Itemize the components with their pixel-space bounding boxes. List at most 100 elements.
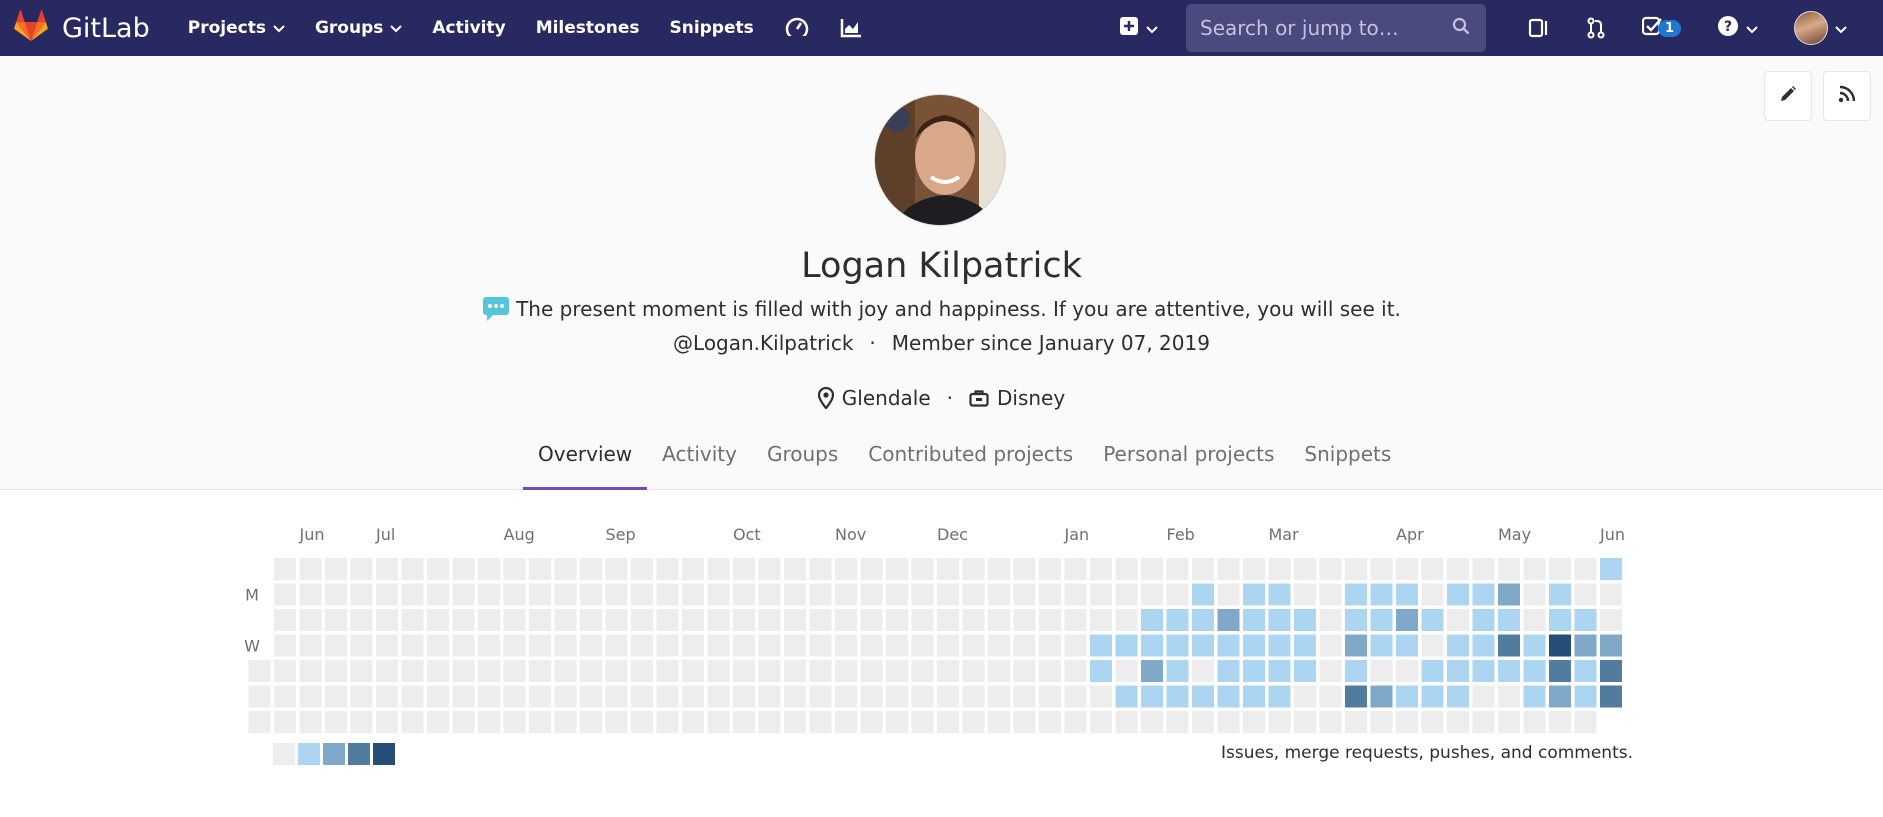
contribution-day-cell[interactable] bbox=[376, 609, 398, 631]
contribution-day-cell[interactable] bbox=[1039, 634, 1061, 657]
contribution-day-cell[interactable] bbox=[962, 558, 985, 580]
contribution-day-cell[interactable] bbox=[1447, 685, 1469, 708]
contribution-day-cell[interactable] bbox=[1115, 634, 1138, 657]
contribution-day-cell[interactable] bbox=[631, 634, 653, 657]
merge-request-icon[interactable] bbox=[1586, 17, 1606, 39]
contribution-day-cell[interactable] bbox=[809, 583, 832, 606]
contribution-day-cell[interactable] bbox=[554, 583, 577, 606]
contribution-day-cell[interactable] bbox=[605, 558, 628, 580]
contribution-day-cell[interactable] bbox=[1039, 558, 1061, 580]
contribution-day-cell[interactable] bbox=[350, 660, 373, 682]
contribution-day-cell[interactable] bbox=[1268, 583, 1291, 606]
contribution-day-cell[interactable] bbox=[299, 711, 322, 733]
contribution-day-cell[interactable] bbox=[248, 660, 271, 682]
contribution-day-cell[interactable] bbox=[988, 558, 1010, 580]
contribution-day-cell[interactable] bbox=[350, 609, 373, 631]
contribution-day-cell[interactable] bbox=[325, 558, 347, 580]
contribution-day-cell[interactable] bbox=[376, 583, 398, 606]
contribution-day-cell[interactable] bbox=[1421, 711, 1444, 733]
contribution-day-cell[interactable] bbox=[1039, 711, 1061, 733]
contribution-day-cell[interactable] bbox=[1192, 609, 1214, 631]
contribution-day-cell[interactable] bbox=[427, 660, 449, 682]
contribution-day-cell[interactable] bbox=[733, 558, 755, 580]
contribution-day-cell[interactable] bbox=[325, 634, 347, 657]
contribution-day-cell[interactable] bbox=[1600, 609, 1622, 631]
contribution-day-cell[interactable] bbox=[1268, 660, 1291, 682]
contribution-day-cell[interactable] bbox=[350, 711, 373, 733]
contribution-day-cell[interactable] bbox=[835, 685, 857, 708]
contribution-day-cell[interactable] bbox=[1243, 634, 1265, 657]
contribution-day-cell[interactable] bbox=[860, 660, 883, 682]
contribution-day-cell[interactable] bbox=[886, 685, 908, 708]
contribution-day-cell[interactable] bbox=[1549, 558, 1571, 580]
contribution-day-cell[interactable] bbox=[962, 634, 985, 657]
contribution-day-cell[interactable] bbox=[1447, 634, 1469, 657]
contribution-day-cell[interactable] bbox=[274, 634, 296, 657]
contribution-day-cell[interactable] bbox=[580, 711, 602, 733]
contribution-day-cell[interactable] bbox=[1345, 685, 1367, 708]
contribution-day-cell[interactable] bbox=[682, 558, 704, 580]
contribution-day-cell[interactable] bbox=[350, 583, 373, 606]
contribution-day-cell[interactable] bbox=[1396, 558, 1418, 580]
contribution-day-cell[interactable] bbox=[988, 685, 1010, 708]
contribution-day-cell[interactable] bbox=[911, 609, 934, 631]
contribution-day-cell[interactable] bbox=[350, 558, 373, 580]
contribution-day-cell[interactable] bbox=[1115, 711, 1138, 733]
contribution-day-cell[interactable] bbox=[452, 685, 475, 708]
contribution-day-cell[interactable] bbox=[835, 660, 857, 682]
contribution-day-cell[interactable] bbox=[1217, 634, 1240, 657]
contribution-day-cell[interactable] bbox=[733, 609, 755, 631]
contribution-day-cell[interactable] bbox=[758, 685, 781, 708]
contribution-day-cell[interactable] bbox=[886, 711, 908, 733]
contribution-day-cell[interactable] bbox=[1166, 660, 1189, 682]
contribution-day-cell[interactable] bbox=[962, 711, 985, 733]
contribution-day-cell[interactable] bbox=[1396, 609, 1418, 631]
contribution-day-cell[interactable] bbox=[325, 583, 347, 606]
contribution-day-cell[interactable] bbox=[1064, 609, 1087, 631]
contribution-day-cell[interactable] bbox=[1396, 660, 1418, 682]
contribution-day-cell[interactable] bbox=[1345, 609, 1367, 631]
contribution-day-cell[interactable] bbox=[1141, 711, 1163, 733]
contribution-day-cell[interactable] bbox=[1319, 634, 1342, 657]
contribution-day-cell[interactable] bbox=[1345, 634, 1367, 657]
contribution-day-cell[interactable] bbox=[554, 609, 577, 631]
contribution-day-cell[interactable] bbox=[962, 685, 985, 708]
contribution-day-cell[interactable] bbox=[860, 685, 883, 708]
nav-milestones-link[interactable]: Milestones bbox=[536, 18, 640, 38]
contribution-day-cell[interactable] bbox=[1549, 711, 1571, 733]
contribution-day-cell[interactable] bbox=[1141, 634, 1163, 657]
contribution-day-cell[interactable] bbox=[529, 660, 551, 682]
contribution-day-cell[interactable] bbox=[1115, 660, 1138, 682]
contribution-day-cell[interactable] bbox=[452, 711, 475, 733]
contribution-day-cell[interactable] bbox=[1294, 685, 1316, 708]
contribution-day-cell[interactable] bbox=[1523, 634, 1546, 657]
contribution-day-cell[interactable] bbox=[758, 583, 781, 606]
contribution-day-cell[interactable] bbox=[682, 583, 704, 606]
contribution-day-cell[interactable] bbox=[274, 609, 296, 631]
contribution-day-cell[interactable] bbox=[1090, 685, 1112, 708]
contribution-day-cell[interactable] bbox=[503, 609, 526, 631]
contribution-day-cell[interactable] bbox=[1166, 634, 1189, 657]
contribution-day-cell[interactable] bbox=[784, 634, 806, 657]
contribution-day-cell[interactable] bbox=[1294, 558, 1316, 580]
contribution-day-cell[interactable] bbox=[1192, 583, 1214, 606]
contribution-day-cell[interactable] bbox=[1549, 583, 1571, 606]
contribution-day-cell[interactable] bbox=[631, 583, 653, 606]
contribution-day-cell[interactable] bbox=[503, 558, 526, 580]
contribution-day-cell[interactable] bbox=[1064, 711, 1087, 733]
contribution-day-cell[interactable] bbox=[707, 583, 730, 606]
contribution-day-cell[interactable] bbox=[1192, 660, 1214, 682]
contribution-day-cell[interactable] bbox=[503, 685, 526, 708]
contribution-day-cell[interactable] bbox=[1013, 558, 1036, 580]
contribution-day-cell[interactable] bbox=[911, 711, 934, 733]
contribution-day-cell[interactable] bbox=[1192, 685, 1214, 708]
contribution-day-cell[interactable] bbox=[427, 711, 449, 733]
contribution-day-cell[interactable] bbox=[988, 583, 1010, 606]
contribution-day-cell[interactable] bbox=[962, 583, 985, 606]
contribution-day-cell[interactable] bbox=[937, 711, 959, 733]
contribution-day-cell[interactable] bbox=[478, 634, 500, 657]
contribution-day-cell[interactable] bbox=[605, 609, 628, 631]
contribution-day-cell[interactable] bbox=[937, 634, 959, 657]
contribution-day-cell[interactable] bbox=[1523, 609, 1546, 631]
tab-overview[interactable]: Overview bbox=[523, 428, 648, 490]
